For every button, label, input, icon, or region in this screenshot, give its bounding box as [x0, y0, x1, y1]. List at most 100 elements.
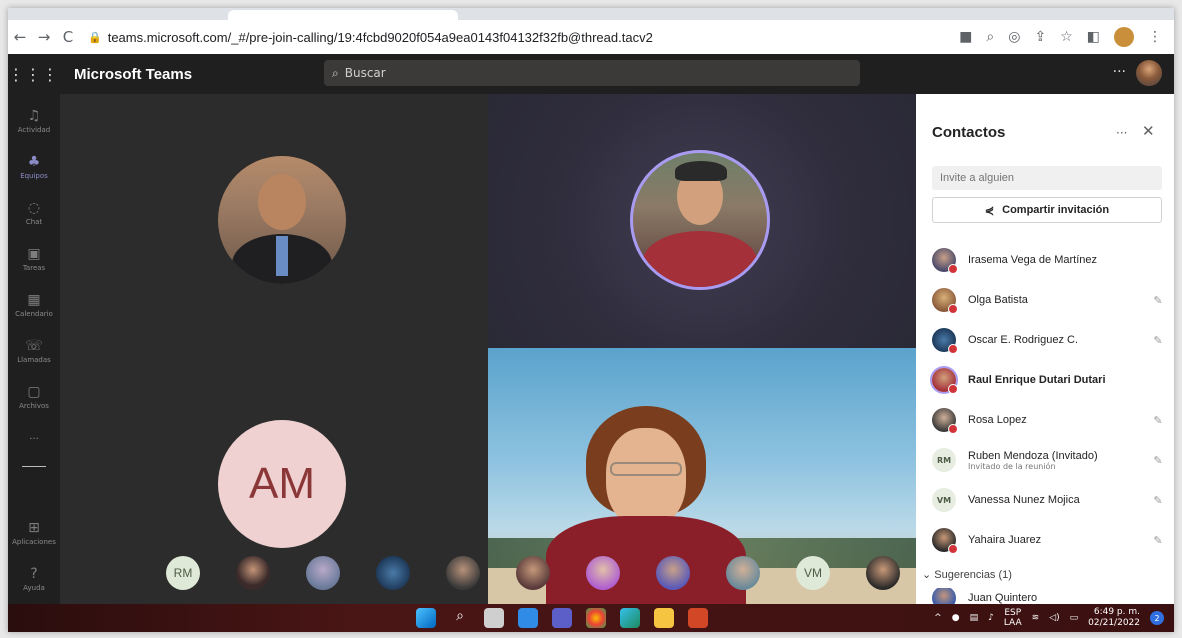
- files-icon: ▢: [27, 384, 41, 400]
- contact-row-active[interactable]: Raul Enrique Dutari Dutari: [932, 362, 1168, 398]
- clock-date: 02/21/2022: [1088, 618, 1140, 628]
- share-invitation-button[interactable]: ⋞ Compartir invitación: [932, 197, 1162, 223]
- mic-icon[interactable]: ♪: [988, 613, 994, 623]
- contact-row[interactable]: Olga Batista ✎: [932, 282, 1168, 318]
- back-arrow-icon[interactable]: ←: [8, 28, 32, 46]
- rail-item-ayuda[interactable]: ? Ayuda: [8, 566, 60, 592]
- browser-tab-strip: [8, 8, 1174, 20]
- app-window: ← → C 🔒 teams.microsoft.com/_#/pre-join-…: [8, 8, 1174, 632]
- share-invitation-label: Compartir invitación: [1002, 204, 1110, 216]
- wifi-icon[interactable]: ≋: [1032, 613, 1040, 623]
- eye-off-icon[interactable]: ◎: [1008, 29, 1020, 45]
- rail-label: Calendario: [15, 310, 53, 318]
- contact-role: Invitado de la reunión: [968, 461, 1056, 471]
- mini-avatar[interactable]: [376, 556, 410, 590]
- header-more-button[interactable]: ···: [1113, 64, 1126, 80]
- reload-icon[interactable]: C: [56, 28, 80, 46]
- mic-off-icon: ✎: [1153, 453, 1163, 467]
- contact-row[interactable]: VM Vanessa Nunez Mojica ✎: [932, 482, 1168, 518]
- face-shape: [258, 174, 306, 230]
- rail-item-aplicaciones[interactable]: ⊞ Aplicaciones: [8, 520, 60, 546]
- mini-avatar[interactable]: [236, 556, 270, 590]
- video-tile-1[interactable]: [60, 94, 488, 348]
- app-launcher-icon[interactable]: ⋮⋮⋮: [8, 65, 58, 84]
- contact-row[interactable]: Rosa Lopez ✎: [932, 402, 1168, 438]
- contact-name: Olga Batista: [968, 294, 1028, 306]
- file-explorer-icon[interactable]: [654, 608, 674, 628]
- mini-avatar[interactable]: [516, 556, 550, 590]
- search-box[interactable]: ⌕ Buscar: [324, 60, 860, 86]
- sidebar-toggle-icon[interactable]: ◧: [1087, 29, 1100, 45]
- rail-divider: [22, 466, 46, 467]
- chrome-icon[interactable]: [586, 608, 606, 628]
- shirt-shape: [643, 231, 757, 287]
- rail-item-chat[interactable]: ◌ Chat: [8, 200, 60, 226]
- avatar: RM: [932, 448, 956, 472]
- video-tile-2[interactable]: [488, 94, 916, 348]
- volume-icon[interactable]: ◁): [1049, 613, 1059, 623]
- mini-avatar[interactable]: [586, 556, 620, 590]
- chevron-up-icon[interactable]: ^: [934, 613, 942, 623]
- contact-name: Juan Quintero: [968, 592, 1038, 604]
- rail-label: Equipos: [20, 172, 48, 180]
- star-icon[interactable]: ☆: [1060, 29, 1073, 45]
- notification-badge[interactable]: 2: [1150, 611, 1164, 625]
- contact-row[interactable]: Oscar E. Rodriguez C. ✎: [932, 322, 1168, 358]
- kebab-menu-icon[interactable]: ⋮: [1148, 29, 1162, 45]
- mini-avatar[interactable]: [446, 556, 480, 590]
- rail-item-calendario[interactable]: ▦ Calendario: [8, 292, 60, 318]
- clock[interactable]: 6:49 p. m. 02/21/2022: [1088, 607, 1140, 629]
- close-icon[interactable]: ✕: [1142, 122, 1155, 140]
- chevron-down-icon: ⌄: [922, 569, 932, 581]
- powerpoint-icon[interactable]: [688, 608, 708, 628]
- browser-active-tab[interactable]: [228, 10, 458, 20]
- panel-more-button[interactable]: ···: [1116, 126, 1127, 140]
- rail-item-actividad[interactable]: ♫ Actividad: [8, 108, 60, 134]
- language-indicator[interactable]: ESP LAA: [1004, 608, 1022, 628]
- mic-off-icon: ✎: [1153, 333, 1163, 347]
- rail-item-llamadas[interactable]: ☏ Llamadas: [8, 338, 60, 364]
- widgets-icon[interactable]: [518, 608, 538, 628]
- presence-busy-icon: [948, 344, 958, 354]
- mini-avatar-rm[interactable]: RM: [166, 556, 200, 590]
- mini-avatar[interactable]: [866, 556, 900, 590]
- forward-arrow-icon[interactable]: →: [32, 28, 56, 46]
- keyboard-icon[interactable]: ▤: [970, 613, 979, 623]
- help-icon: ?: [30, 566, 38, 582]
- rail-more-button[interactable]: ···: [8, 434, 60, 445]
- presence-busy-icon: [948, 304, 958, 314]
- edge-icon[interactable]: [620, 608, 640, 628]
- rail-label: Archivos: [19, 402, 49, 410]
- suggestions-header[interactable]: ⌄ Sugerencias (1): [922, 568, 1012, 581]
- task-view-icon[interactable]: [484, 608, 504, 628]
- teams-chat-icon[interactable]: [552, 608, 572, 628]
- rail-item-equipos[interactable]: ♣ Equipos: [8, 154, 60, 180]
- tie-shape: [276, 236, 288, 276]
- mini-avatar[interactable]: [656, 556, 690, 590]
- profile-avatar[interactable]: [1114, 27, 1134, 47]
- share-icon[interactable]: ⇪: [1034, 29, 1046, 45]
- contact-row[interactable]: Irasema Vega de Martínez: [932, 242, 1168, 278]
- camera-icon[interactable]: ■: [959, 29, 972, 45]
- address-bar[interactable]: 🔒 teams.microsoft.com/_#/pre-join-callin…: [88, 30, 959, 45]
- user-avatar[interactable]: [1136, 60, 1162, 86]
- mini-avatar-vm[interactable]: VM: [796, 556, 830, 590]
- invite-input[interactable]: [932, 166, 1162, 190]
- search-icon[interactable]: ⌕: [450, 608, 470, 628]
- mini-avatar[interactable]: [726, 556, 760, 590]
- start-icon[interactable]: [416, 608, 436, 628]
- mini-avatar[interactable]: [306, 556, 340, 590]
- rail-item-tareas[interactable]: ▣ Tareas: [8, 246, 60, 272]
- avatar: [932, 368, 958, 394]
- contact-name: Oscar E. Rodriguez C.: [968, 334, 1079, 346]
- tray-app-icon[interactable]: ●: [952, 613, 960, 623]
- battery-icon[interactable]: ▭: [1070, 613, 1079, 623]
- lock-icon: 🔒: [88, 31, 102, 44]
- zoom-icon[interactable]: ⌕: [986, 29, 994, 45]
- search-icon: ⌕: [332, 65, 339, 80]
- contact-row[interactable]: Yahaira Juarez ✎: [932, 522, 1168, 558]
- rail-item-archivos[interactable]: ▢ Archivos: [8, 384, 60, 410]
- system-tray: ^ ● ▤ ♪ ESP LAA ≋ ◁) ▭ 6:49 p. m. 02/21/…: [934, 607, 1164, 629]
- contact-row[interactable]: RM Ruben Mendoza (Invitado) Invitado de …: [932, 442, 1168, 478]
- mic-off-icon: ✎: [1153, 293, 1163, 307]
